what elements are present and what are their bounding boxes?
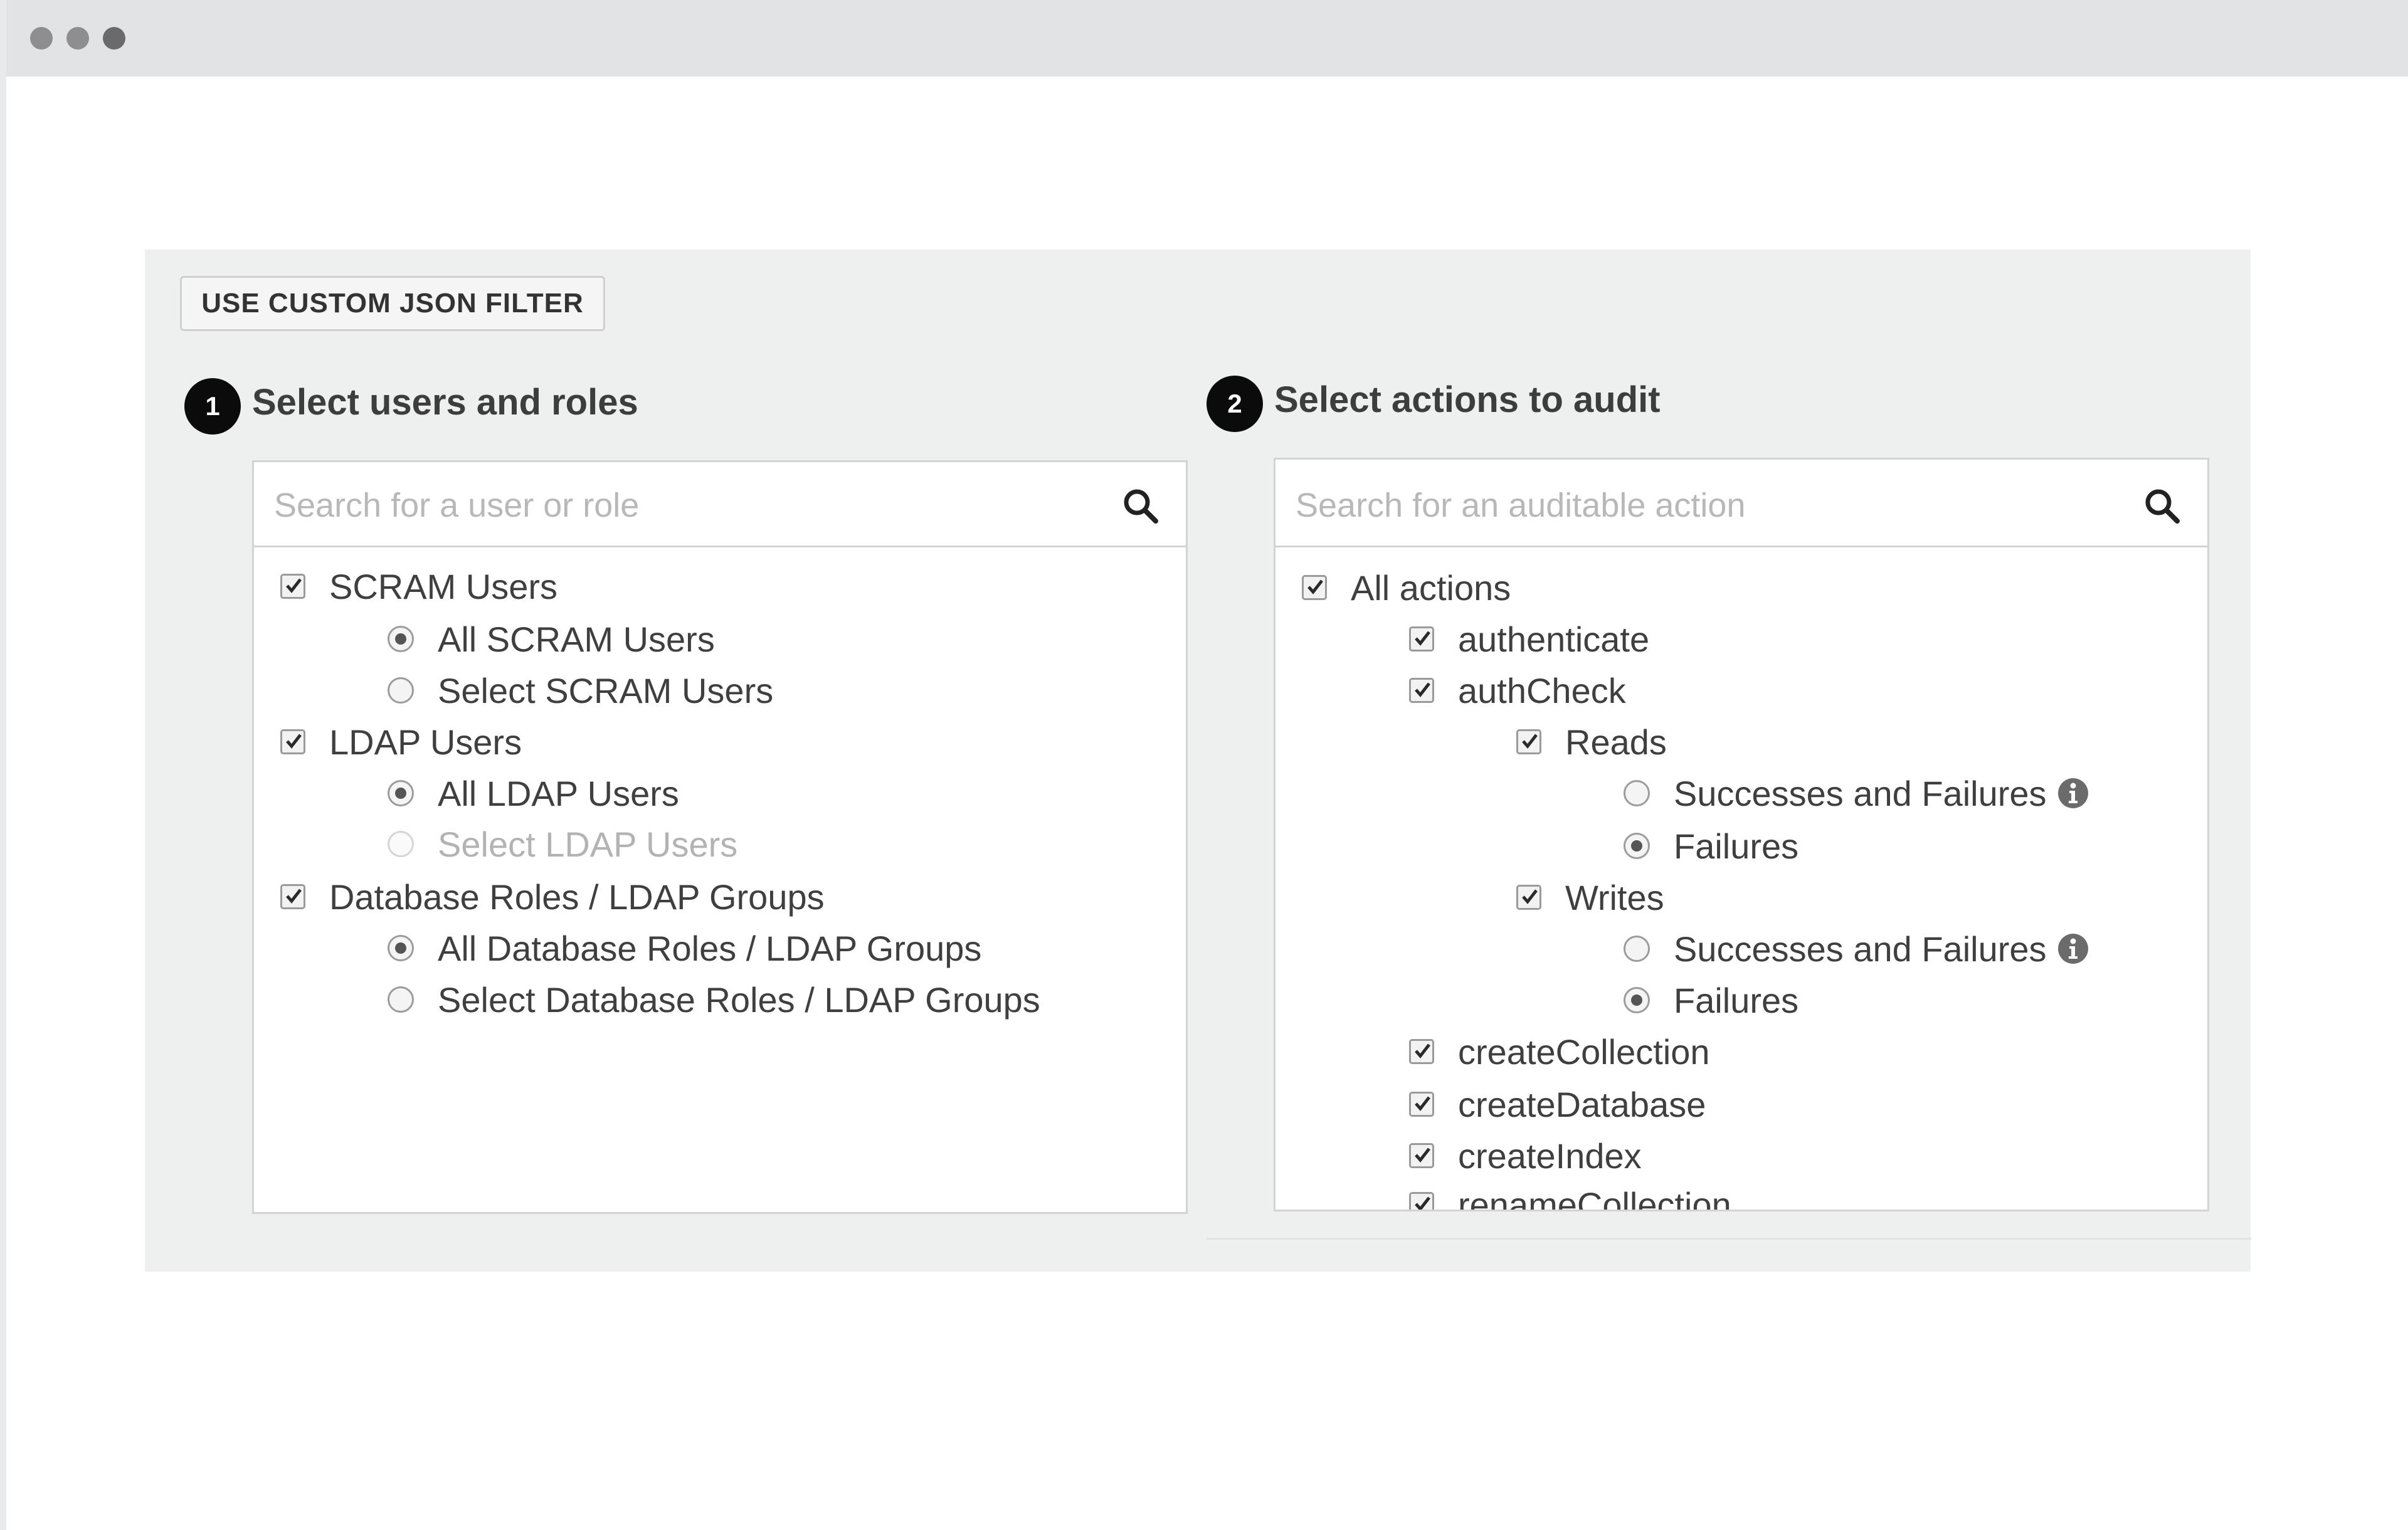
database-roles-row[interactable]: Database Roles / LDAP Groups: [280, 872, 825, 922]
create-collection-checkbox[interactable]: [1409, 1039, 1434, 1064]
users-search-input[interactable]: [273, 480, 1065, 531]
search-icon[interactable]: [1122, 487, 1159, 525]
users-search-bar: [254, 462, 1186, 547]
writes-successes-failures-radio[interactable]: [1624, 936, 1650, 962]
checkmark-icon: [1415, 682, 1430, 697]
checkmark-icon: [1522, 734, 1538, 749]
writes-successes-failures-row[interactable]: Successes and Failures: [1624, 924, 2089, 974]
authcheck-label: authCheck: [1458, 670, 1626, 710]
authenticate-label: authenticate: [1458, 619, 1650, 659]
step-2-badge: 2: [1207, 376, 1263, 432]
search-icon[interactable]: [2143, 487, 2181, 525]
authcheck-checkbox[interactable]: [1409, 678, 1434, 703]
writes-failures-label: Failures: [1674, 980, 1799, 1020]
create-collection-row[interactable]: createCollection: [1409, 1026, 1710, 1077]
create-collection-label: createCollection: [1458, 1031, 1710, 1072]
create-database-checkbox[interactable]: [1409, 1092, 1434, 1117]
step-1-badge: 1: [184, 378, 241, 435]
checkmark-icon: [1415, 1196, 1430, 1210]
info-icon[interactable]: [2057, 777, 2089, 810]
select-ldap-users-radio: [388, 831, 414, 857]
writes-failures-row[interactable]: Failures: [1624, 975, 1798, 1025]
reads-label: Reads: [1565, 722, 1667, 762]
window-minimize-dot[interactable]: [66, 27, 89, 50]
reads-failures-radio[interactable]: [1624, 833, 1650, 859]
rename-collection-label: renameCollection: [1458, 1184, 1731, 1211]
create-database-label: createDatabase: [1458, 1084, 1706, 1124]
all-ldap-users-radio[interactable]: [388, 780, 414, 806]
checkmark-icon: [286, 734, 302, 749]
select-ldap-users-row: Select LDAP Users: [388, 819, 737, 869]
window-titlebar: [6, 0, 2408, 76]
use-custom-json-filter-button[interactable]: USE CUSTOM JSON FILTER: [180, 276, 605, 331]
actions-section-title: Select actions to audit: [1274, 379, 1661, 420]
reads-row[interactable]: Reads: [1516, 717, 1667, 767]
reads-successes-failures-row[interactable]: Successes and Failures: [1624, 768, 2089, 818]
all-database-roles-row[interactable]: All Database Roles / LDAP Groups: [388, 923, 981, 973]
writes-row[interactable]: Writes: [1516, 872, 1664, 922]
ldap-users-row[interactable]: LDAP Users: [280, 717, 522, 767]
ldap-users-checkbox[interactable]: [280, 729, 305, 754]
create-index-label: createIndex: [1458, 1136, 1642, 1176]
authenticate-checkbox[interactable]: [1409, 626, 1434, 652]
select-scram-users-label: Select SCRAM Users: [438, 670, 774, 710]
writes-successes-failures-label: Successes and Failures: [1674, 929, 2047, 969]
authenticate-row[interactable]: authenticate: [1409, 614, 1649, 664]
actions-box: All actions authenticate authCheck Reads…: [1274, 458, 2209, 1211]
divider: [1207, 1238, 2251, 1240]
writes-failures-radio[interactable]: [1624, 987, 1650, 1013]
all-scram-users-row[interactable]: All SCRAM Users: [388, 614, 715, 664]
checkmark-icon: [1522, 889, 1538, 904]
info-icon[interactable]: [2057, 932, 2089, 965]
reads-successes-failures-label: Successes and Failures: [1674, 773, 2047, 813]
reads-checkbox[interactable]: [1516, 729, 1541, 754]
all-scram-users-label: All SCRAM Users: [438, 619, 715, 659]
rename-collection-row[interactable]: renameCollection: [1409, 1179, 1731, 1211]
scram-users-checkbox[interactable]: [280, 574, 305, 599]
users-section-title: Select users and roles: [252, 382, 638, 423]
all-ldap-users-row[interactable]: All LDAP Users: [388, 768, 679, 818]
all-actions-row[interactable]: All actions: [1302, 562, 1511, 613]
select-scram-users-row[interactable]: Select SCRAM Users: [388, 665, 773, 715]
checkmark-icon: [1415, 1148, 1430, 1163]
writes-label: Writes: [1565, 877, 1664, 917]
authcheck-row[interactable]: authCheck: [1409, 665, 1626, 715]
actions-search-bar: [1275, 460, 2207, 547]
checkmark-icon: [1307, 579, 1323, 594]
actions-search-input[interactable]: [1294, 480, 2087, 531]
all-actions-label: All actions: [1351, 567, 1511, 608]
checkmark-icon: [1415, 1043, 1430, 1058]
reads-failures-label: Failures: [1674, 826, 1799, 866]
reads-failures-row[interactable]: Failures: [1624, 821, 1798, 871]
all-database-roles-label: All Database Roles / LDAP Groups: [438, 928, 982, 968]
all-database-roles-radio[interactable]: [388, 935, 414, 961]
select-ldap-users-label: Select LDAP Users: [438, 824, 738, 864]
reads-successes-failures-radio[interactable]: [1624, 780, 1650, 806]
database-roles-label: Database Roles / LDAP Groups: [329, 877, 825, 917]
all-scram-users-radio[interactable]: [388, 626, 414, 652]
window-close-dot[interactable]: [30, 27, 53, 50]
select-database-roles-label: Select Database Roles / LDAP Groups: [438, 979, 1040, 1020]
all-actions-checkbox[interactable]: [1302, 575, 1327, 600]
create-index-checkbox[interactable]: [1409, 1143, 1434, 1168]
checkmark-icon: [286, 578, 302, 593]
scram-users-row[interactable]: SCRAM Users: [280, 561, 557, 611]
rename-collection-checkbox[interactable]: [1409, 1192, 1434, 1210]
window-zoom-dot[interactable]: [103, 27, 125, 50]
create-database-row[interactable]: createDatabase: [1409, 1079, 1706, 1129]
checkmark-icon: [286, 889, 302, 904]
ldap-users-label: LDAP Users: [329, 722, 522, 762]
checkmark-icon: [1415, 1096, 1430, 1111]
select-database-roles-row[interactable]: Select Database Roles / LDAP Groups: [388, 974, 1040, 1025]
select-database-roles-radio[interactable]: [388, 986, 414, 1013]
database-roles-checkbox[interactable]: [280, 884, 305, 909]
scram-users-label: SCRAM Users: [329, 566, 558, 606]
checkmark-icon: [1415, 631, 1430, 646]
create-index-row[interactable]: createIndex: [1409, 1131, 1642, 1181]
writes-checkbox[interactable]: [1516, 885, 1541, 910]
select-scram-users-radio[interactable]: [388, 677, 414, 704]
all-ldap-users-label: All LDAP Users: [438, 773, 679, 813]
